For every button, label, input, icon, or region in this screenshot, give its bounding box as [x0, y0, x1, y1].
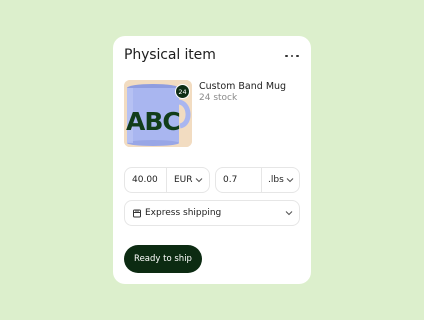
currency-select[interactable]: EUR [174, 175, 193, 185]
price-divider [166, 168, 167, 192]
weight-field[interactable]: 0.7 .lbs [215, 167, 300, 193]
price-field[interactable]: 40.00 EUR [124, 167, 210, 193]
package-icon [133, 209, 141, 218]
chevron-down-icon [286, 178, 294, 183]
product-name: Custom Band Mug [199, 81, 287, 92]
shipping-select[interactable]: Express shipping [124, 200, 300, 226]
shipping-label: Express shipping [145, 208, 222, 218]
weight-divider [261, 168, 262, 192]
price-value[interactable]: 40.00 [132, 175, 158, 185]
chevron-down-icon [285, 211, 293, 216]
product-stock: 24 stock [199, 93, 238, 103]
more-options-button[interactable] [281, 49, 303, 63]
chevron-down-icon [195, 178, 203, 183]
mug-lettering: ABC [126, 107, 180, 136]
stock-count-badge: 24 [175, 84, 190, 99]
weight-value[interactable]: 0.7 [223, 175, 237, 185]
weight-unit-select[interactable]: .lbs [268, 175, 284, 185]
physical-item-card: Physical item ABC 24 Custom Band Mug 24 … [113, 36, 311, 284]
card-title: Physical item [124, 47, 216, 63]
ready-to-ship-button[interactable]: Ready to ship [124, 245, 202, 273]
more-horizontal-icon [285, 54, 288, 58]
